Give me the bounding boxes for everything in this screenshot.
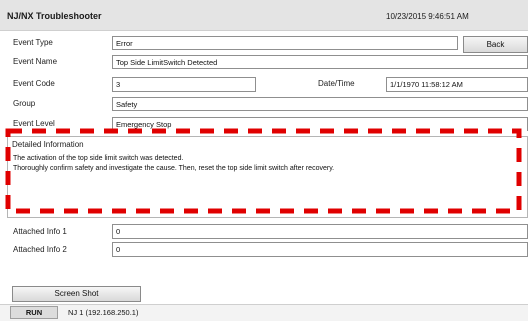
detail-line-2: Thoroughly confirm safety and investigat… xyxy=(13,164,335,172)
screen-shot-button[interactable]: Screen Shot xyxy=(12,286,141,302)
attached-info-2-label: Attached Info 2 xyxy=(13,245,67,254)
event-type-field: Error xyxy=(112,36,458,50)
back-button[interactable]: Back xyxy=(463,36,528,53)
event-type-label: Event Type xyxy=(13,38,53,47)
detailed-information-title: Detailed Information xyxy=(12,140,84,149)
event-name-label: Event Name xyxy=(13,57,58,66)
app-title: NJ/NX Troubleshooter xyxy=(7,11,102,21)
group-label: Group xyxy=(13,99,36,108)
event-level-field: Emergency Stop xyxy=(112,117,528,131)
detailed-information-box xyxy=(7,136,528,218)
run-status-badge: RUN xyxy=(10,306,58,319)
attached-info-1-label: Attached Info 1 xyxy=(13,227,67,236)
date-time-field: 1/1/1970 11:58:12 AM xyxy=(386,77,528,92)
controller-connection-text: NJ 1 (192.168.250.1) xyxy=(68,308,139,317)
event-code-field: 3 xyxy=(112,77,256,92)
detail-line-1: The activation of the top side limit swi… xyxy=(13,155,184,162)
attached-info-2-field: 0 xyxy=(112,242,528,257)
group-field: Safety xyxy=(112,97,528,111)
header-datetime: 10/23/2015 9:46:51 AM xyxy=(386,12,469,21)
event-level-label: Event Level xyxy=(13,119,55,128)
detailed-information-text: The activation of the top side limit swi… xyxy=(13,154,334,173)
date-time-label: Date/Time xyxy=(318,79,355,88)
event-name-field: Top Side LimitSwitch Detected xyxy=(112,55,528,69)
attached-info-1-field: 0 xyxy=(112,224,528,239)
event-code-label: Event Code xyxy=(13,79,55,88)
